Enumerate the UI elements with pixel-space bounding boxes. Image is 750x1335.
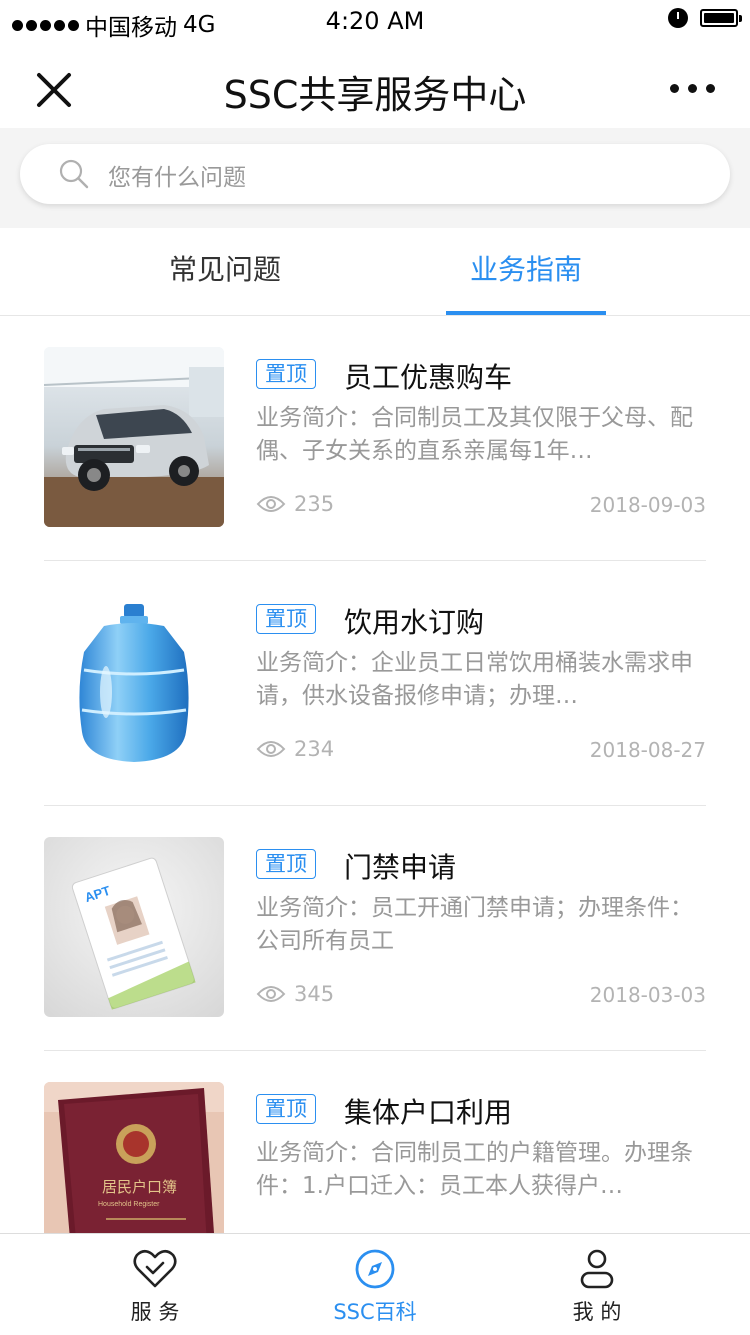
list-item[interactable]: 居民户口簿 Household Register 置顶 集体户口利用 业务简介：… (44, 1051, 706, 1233)
article-summary: 业务简介：企业员工日常饮用桶装水需求申请，供水设备报修申请；办理… (256, 650, 693, 709)
car-photo (44, 347, 224, 527)
article-title: 员工优惠购车 (344, 361, 513, 394)
article-list[interactable]: 置顶 员工优惠购车 业务简介：合同制员工及其仅限于父母、配偶、子女关系的直系亲属… (44, 316, 706, 1233)
list-item[interactable]: 置顶 饮用水订购 业务简介：企业员工日常饮用桶装水需求申请，供水设备报修申请；办… (44, 561, 706, 806)
search-area: 您有什么问题 (0, 128, 750, 228)
list-item[interactable]: APT 置顶 门禁申请 业务简介：员工开通门禁申请；办理条件：公司所有员工 34… (44, 806, 706, 1051)
tabbar-item-ssc-wiki[interactable]: SSC百科 (300, 1234, 450, 1335)
status-right (668, 8, 742, 28)
water-bottle-photo (44, 592, 224, 772)
view-count: 345 (256, 982, 334, 1006)
battery-icon (700, 9, 742, 27)
navigation-bar: SSC共享服务中心 (0, 44, 750, 128)
tab-faq[interactable]: 常见问题 (120, 228, 330, 316)
publish-date: 2018-08-27 (589, 738, 706, 762)
article-summary: 业务简介：合同制员工及其仅限于父母、配偶、子女关系的直系亲属每1年… (256, 405, 693, 464)
tab-business-guide[interactable]: 业务指南 (446, 228, 606, 316)
category-tabs: 常见问题 业务指南 (0, 228, 750, 316)
view-count-value: 235 (294, 492, 335, 516)
eye-icon (256, 986, 286, 1002)
pinned-badge: 置顶 (256, 1094, 316, 1124)
bottom-tab-bar: 服 务 SSC百科 我 的 (0, 1233, 750, 1335)
more-dots-icon (669, 83, 679, 93)
article-title: 门禁申请 (344, 851, 457, 884)
pinned-badge: 置顶 (256, 604, 316, 634)
register-subtitle: Household Register (98, 1201, 160, 1208)
eye-icon (256, 741, 286, 757)
publish-date: 2018-09-03 (589, 493, 706, 517)
pinned-badge: 置顶 (256, 849, 316, 879)
household-register-photo: 居民户口簿 Household Register (44, 1082, 224, 1233)
view-count-value: 345 (294, 982, 335, 1006)
view-count-value: 234 (294, 737, 335, 761)
article-title: 饮用水订购 (344, 606, 485, 639)
page-title: SSC共享服务中心 (223, 73, 527, 117)
search-icon (59, 159, 89, 189)
view-count: 235 (256, 492, 334, 516)
register-title: 居民户口簿 (102, 1178, 177, 1196)
user-icon (580, 1249, 614, 1289)
publish-date: 2018-03-03 (589, 983, 706, 1007)
eye-icon (256, 496, 286, 512)
app-screen: 中国移动 4G 4:20 AM SSC共享服务中心 您有什么问题 常见问题 业务… (0, 0, 750, 1335)
list-item[interactable]: 置顶 员工优惠购车 业务简介：合同制员工及其仅限于父母、配偶、子女关系的直系亲属… (44, 316, 706, 561)
view-count: 234 (256, 737, 334, 761)
article-summary: 业务简介：合同制员工的户籍管理。办理条件：1.户口迁入：员工本人获得户… (256, 1140, 693, 1199)
tabbar-item-mine[interactable]: 我 的 (532, 1234, 662, 1335)
more-menu-button[interactable] (656, 74, 728, 102)
status-bar: 中国移动 4G 4:20 AM (0, 0, 750, 44)
article-title: 集体户口利用 (344, 1096, 513, 1129)
tabbar-label: SSC百科 (333, 1300, 417, 1324)
tabbar-label: 我 的 (572, 1300, 622, 1324)
compass-icon (355, 1249, 395, 1289)
active-tab-indicator (446, 311, 606, 315)
tabbar-label: 服 务 (130, 1300, 180, 1324)
pinned-badge: 置顶 (256, 359, 316, 389)
tabbar-item-service[interactable]: 服 务 (90, 1234, 220, 1335)
article-summary: 业务简介：员工开通门禁申请；办理条件：公司所有员工 (256, 895, 693, 954)
search-input[interactable]: 您有什么问题 (20, 144, 730, 204)
access-card-photo: APT (44, 837, 224, 1017)
search-placeholder: 您有什么问题 (108, 165, 246, 191)
status-time: 4:20 AM (325, 7, 425, 35)
heart-check-icon (133, 1249, 177, 1288)
alarm-clock-icon (668, 8, 688, 28)
